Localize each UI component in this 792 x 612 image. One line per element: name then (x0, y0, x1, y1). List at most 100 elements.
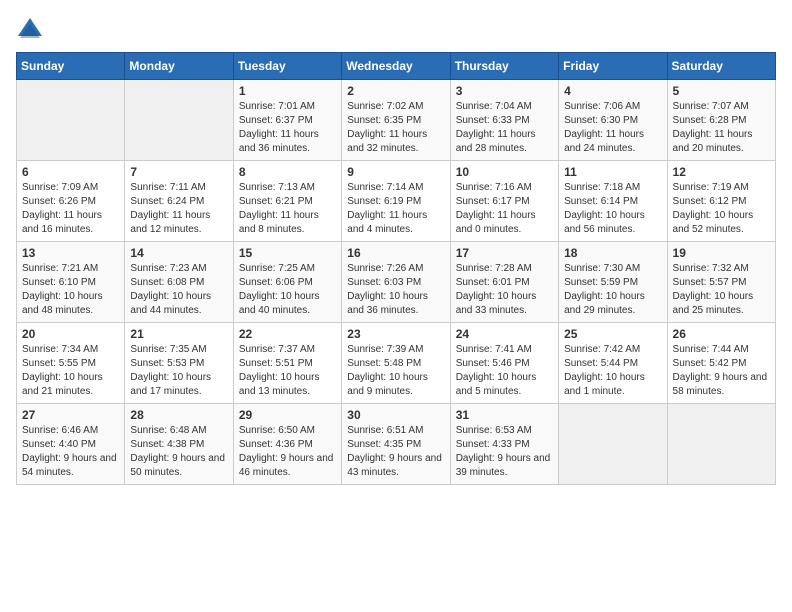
cell-text: Sunrise: 7:13 AMSunset: 6:21 PMDaylight:… (239, 182, 319, 235)
calendar-cell: 31Sunrise: 6:53 AMSunset: 4:33 PMDayligh… (450, 404, 558, 485)
cell-text: Sunrise: 6:53 AMSunset: 4:33 PMDaylight:… (456, 425, 551, 478)
day-number: 18 (564, 246, 661, 260)
calendar-cell: 24 Sunrise: 7:41 AMSunset: 5:46 PMDayligh… (450, 323, 558, 404)
calendar-cell: 8 Sunrise: 7:13 AMSunset: 6:21 PMDaylight… (233, 161, 341, 242)
calendar-cell: 17 Sunrise: 7:28 AMSunset: 6:01 PMDayligh… (450, 242, 558, 323)
day-number: 16 (347, 246, 444, 260)
cell-text: Sunrise: 7:41 AMSunset: 5:46 PMDaylight:… (456, 344, 537, 397)
cell-text: Sunrise: 7:04 AMSunset: 6:33 PMDaylight:… (456, 101, 536, 154)
day-number: 20 (22, 327, 119, 341)
day-number: 7 (130, 165, 227, 179)
calendar-cell: 29 Sunrise: 6:50 AMSunset: 4:36 PMDayligh… (233, 404, 341, 485)
cell-text: Sunrise: 7:30 AMSunset: 5:59 PMDaylight:… (564, 263, 645, 316)
week-row-5: 27 Sunrise: 6:46 AMSunset: 4:40 PMDayligh… (17, 404, 776, 485)
day-number: 24 (456, 327, 553, 341)
calendar-cell: 23 Sunrise: 7:39 AMSunset: 5:48 PMDayligh… (342, 323, 450, 404)
calendar-cell: 25 Sunrise: 7:42 AMSunset: 5:44 PMDayligh… (559, 323, 667, 404)
calendar-cell: 2Sunrise: 7:02 AMSunset: 6:35 PMDaylight… (342, 80, 450, 161)
day-number: 8 (239, 165, 336, 179)
day-header-sunday: Sunday (17, 53, 125, 80)
calendar-cell: 11 Sunrise: 7:18 AMSunset: 6:14 PMDayligh… (559, 161, 667, 242)
cell-text: Sunrise: 7:14 AMSunset: 6:19 PMDaylight:… (347, 182, 427, 235)
cell-text: Sunrise: 7:11 AMSunset: 6:24 PMDaylight:… (130, 182, 210, 235)
day-number: 30 (347, 408, 444, 422)
header-row: SundayMondayTuesdayWednesdayThursdayFrid… (17, 53, 776, 80)
calendar-cell: 28 Sunrise: 6:48 AMSunset: 4:38 PMDayligh… (125, 404, 233, 485)
day-number: 9 (347, 165, 444, 179)
calendar-cell: 10Sunrise: 7:16 AMSunset: 6:17 PMDayligh… (450, 161, 558, 242)
day-number: 25 (564, 327, 661, 341)
cell-text: Sunrise: 7:28 AMSunset: 6:01 PMDaylight:… (456, 263, 537, 316)
day-number: 6 (22, 165, 119, 179)
day-number: 4 (564, 84, 661, 98)
cell-text: Sunrise: 7:35 AMSunset: 5:53 PMDaylight:… (130, 344, 211, 397)
day-number: 27 (22, 408, 119, 422)
cell-text: Sunrise: 7:18 AMSunset: 6:14 PMDaylight:… (564, 182, 645, 235)
day-number: 12 (673, 165, 770, 179)
day-number: 23 (347, 327, 444, 341)
calendar-cell: 30 Sunrise: 6:51 AMSunset: 4:35 PMDayligh… (342, 404, 450, 485)
day-number: 14 (130, 246, 227, 260)
cell-text: Sunrise: 7:09 AMSunset: 6:26 PMDaylight:… (22, 182, 102, 235)
calendar-cell: 4 Sunrise: 7:06 AMSunset: 6:30 PMDaylight… (559, 80, 667, 161)
logo (16, 16, 48, 44)
week-row-3: 13Sunrise: 7:21 AMSunset: 6:10 PMDayligh… (17, 242, 776, 323)
cell-text: Sunrise: 7:06 AMSunset: 6:30 PMDaylight:… (564, 101, 644, 154)
calendar-cell: 18 Sunrise: 7:30 AMSunset: 5:59 PMDayligh… (559, 242, 667, 323)
day-header-saturday: Saturday (667, 53, 775, 80)
cell-text: Sunrise: 7:26 AMSunset: 6:03 PMDaylight:… (347, 263, 428, 316)
calendar-cell: 19Sunrise: 7:32 AMSunset: 5:57 PMDayligh… (667, 242, 775, 323)
cell-text: Sunrise: 7:37 AMSunset: 5:51 PMDaylight:… (239, 344, 320, 397)
calendar-cell: 15Sunrise: 7:25 AMSunset: 6:06 PMDayligh… (233, 242, 341, 323)
calendar-cell: 21 Sunrise: 7:35 AMSunset: 5:53 PMDayligh… (125, 323, 233, 404)
cell-text: Sunrise: 7:42 AMSunset: 5:44 PMDaylight:… (564, 344, 645, 397)
calendar-cell: 16 Sunrise: 7:26 AMSunset: 6:03 PMDayligh… (342, 242, 450, 323)
cell-text: Sunrise: 6:48 AMSunset: 4:38 PMDaylight:… (130, 425, 225, 478)
day-number: 28 (130, 408, 227, 422)
day-number: 21 (130, 327, 227, 341)
calendar-cell: 3 Sunrise: 7:04 AMSunset: 6:33 PMDaylight… (450, 80, 558, 161)
calendar-cell (17, 80, 125, 161)
cell-text: Sunrise: 7:02 AMSunset: 6:35 PMDaylight:… (347, 101, 427, 154)
calendar-cell: 1 Sunrise: 7:01 AMSunset: 6:37 PMDaylight… (233, 80, 341, 161)
day-number: 26 (673, 327, 770, 341)
calendar-cell: 5Sunrise: 7:07 AMSunset: 6:28 PMDaylight… (667, 80, 775, 161)
cell-text: Sunrise: 7:23 AMSunset: 6:08 PMDaylight:… (130, 263, 211, 316)
cell-text: Sunrise: 7:21 AMSunset: 6:10 PMDaylight:… (22, 263, 103, 316)
day-number: 29 (239, 408, 336, 422)
week-row-4: 20 Sunrise: 7:34 AMSunset: 5:55 PMDayligh… (17, 323, 776, 404)
day-number: 5 (673, 84, 770, 98)
cell-text: Sunrise: 6:50 AMSunset: 4:36 PMDaylight:… (239, 425, 334, 478)
day-number: 3 (456, 84, 553, 98)
calendar-cell: 26 Sunrise: 7:44 AMSunset: 5:42 PMDayligh… (667, 323, 775, 404)
cell-text: Sunrise: 7:16 AMSunset: 6:17 PMDaylight:… (456, 182, 536, 235)
calendar-cell: 27 Sunrise: 6:46 AMSunset: 4:40 PMDayligh… (17, 404, 125, 485)
calendar-cell: 6 Sunrise: 7:09 AMSunset: 6:26 PMDaylight… (17, 161, 125, 242)
cell-text: Sunrise: 7:25 AMSunset: 6:06 PMDaylight:… (239, 263, 320, 316)
cell-text: Sunrise: 7:34 AMSunset: 5:55 PMDaylight:… (22, 344, 103, 397)
calendar-cell: 14 Sunrise: 7:23 AMSunset: 6:08 PMDayligh… (125, 242, 233, 323)
cell-text: Sunrise: 7:01 AMSunset: 6:37 PMDaylight:… (239, 101, 319, 154)
day-number: 19 (673, 246, 770, 260)
cell-text: Sunrise: 7:44 AMSunset: 5:42 PMDaylight:… (673, 344, 768, 397)
calendar-cell (559, 404, 667, 485)
calendar-table: SundayMondayTuesdayWednesdayThursdayFrid… (16, 52, 776, 485)
day-header-friday: Friday (559, 53, 667, 80)
calendar-cell (667, 404, 775, 485)
cell-text: Sunrise: 7:39 AMSunset: 5:48 PMDaylight:… (347, 344, 428, 397)
week-row-1: 1 Sunrise: 7:01 AMSunset: 6:37 PMDaylight… (17, 80, 776, 161)
calendar-cell: 9 Sunrise: 7:14 AMSunset: 6:19 PMDaylight… (342, 161, 450, 242)
week-row-2: 6 Sunrise: 7:09 AMSunset: 6:26 PMDaylight… (17, 161, 776, 242)
calendar-cell: 20 Sunrise: 7:34 AMSunset: 5:55 PMDayligh… (17, 323, 125, 404)
day-number: 11 (564, 165, 661, 179)
cell-text: Sunrise: 6:46 AMSunset: 4:40 PMDaylight:… (22, 425, 117, 478)
day-header-monday: Monday (125, 53, 233, 80)
day-number: 22 (239, 327, 336, 341)
cell-text: Sunrise: 6:51 AMSunset: 4:35 PMDaylight:… (347, 425, 442, 478)
logo-icon (16, 16, 44, 44)
day-number: 1 (239, 84, 336, 98)
day-number: 17 (456, 246, 553, 260)
page-header (16, 16, 776, 44)
calendar-cell (125, 80, 233, 161)
calendar-cell: 7 Sunrise: 7:11 AMSunset: 6:24 PMDaylight… (125, 161, 233, 242)
